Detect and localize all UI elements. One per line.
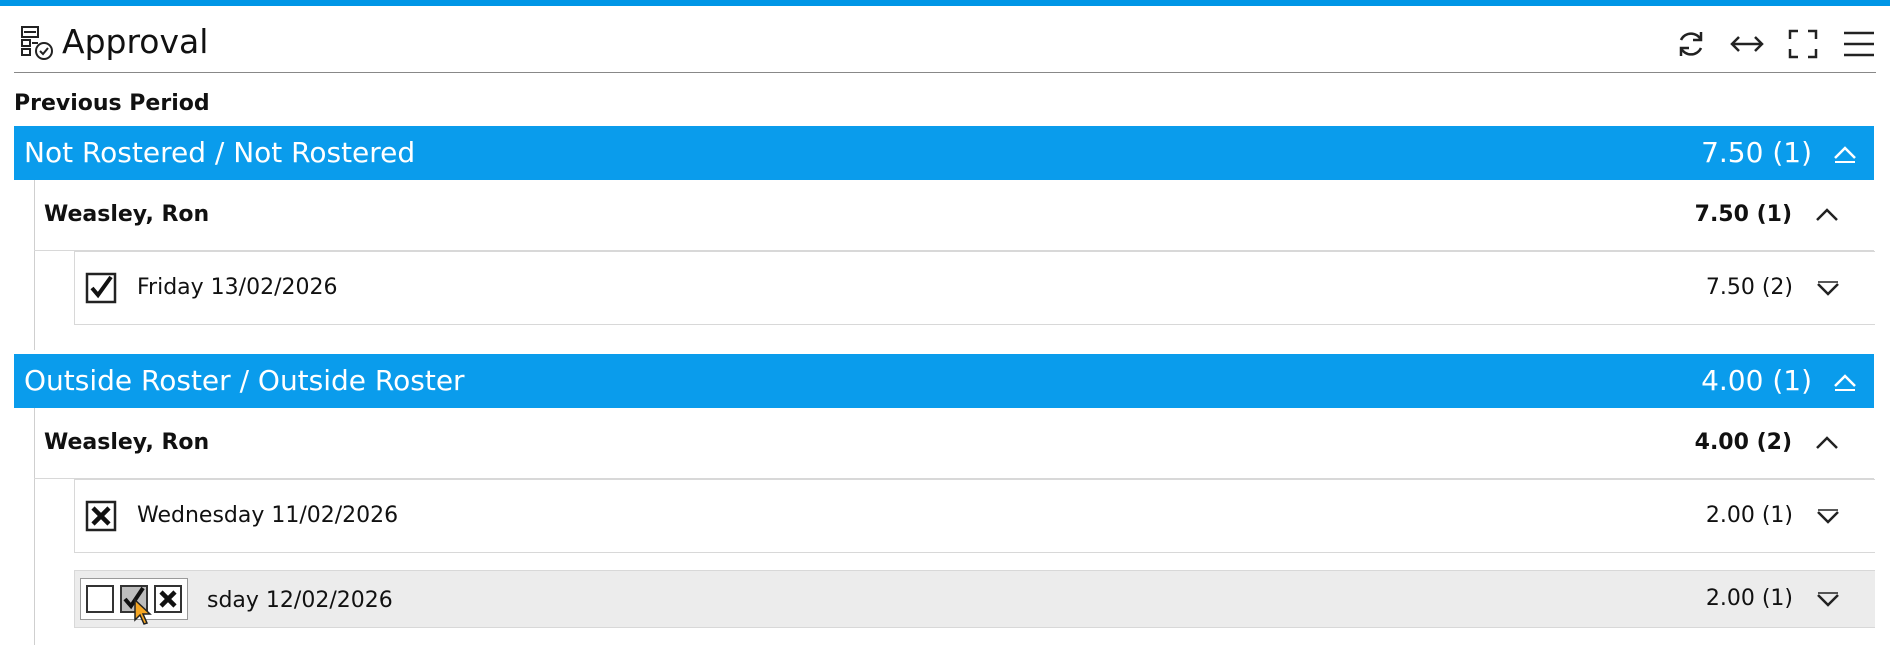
day-row[interactable]: Wednesday 11/02/2026 2.00 (1) xyxy=(74,479,1875,553)
expand-horizontal-icon xyxy=(1730,36,1764,52)
chevron-down-icon[interactable] xyxy=(1815,591,1841,609)
day-label: Wednesday 11/02/2026 xyxy=(137,503,399,528)
fullscreen-button[interactable] xyxy=(1784,25,1822,63)
group-header-outside-roster[interactable]: Outside Roster / Outside Roster 4.00 (1) xyxy=(14,354,1874,408)
refresh-icon xyxy=(1679,32,1703,56)
reject-option-icon[interactable] xyxy=(153,584,183,614)
person-total: 7.50 (1) xyxy=(1694,202,1792,227)
expand-horizontal-button[interactable] xyxy=(1728,25,1766,63)
unset-checkbox-icon[interactable] xyxy=(85,584,115,614)
person-row[interactable]: Weasley, Ron 7.50 (1) xyxy=(34,180,1874,251)
fullscreen-icon xyxy=(1788,29,1818,59)
header-divider xyxy=(14,72,1876,73)
person-name: Weasley, Ron xyxy=(44,430,210,455)
chevron-up-icon[interactable] xyxy=(1832,141,1858,165)
menu-icon xyxy=(1844,31,1874,57)
day-total: 7.50 (2) xyxy=(1705,275,1793,300)
header-toolbar xyxy=(1672,24,1878,64)
group-total: 4.00 (1) xyxy=(1701,364,1812,397)
refresh-button[interactable] xyxy=(1672,25,1710,63)
period-heading: Previous Period xyxy=(14,91,210,116)
panel-title: Approval xyxy=(62,22,209,61)
panel-header: Approval xyxy=(0,6,1890,72)
day-label: Friday 13/02/2026 xyxy=(137,275,338,300)
group-total: 7.50 (1) xyxy=(1701,136,1812,169)
day-row-hovered[interactable]: sday 12/02/2026 2.00 (1) xyxy=(74,570,1875,628)
chevron-down-icon[interactable] xyxy=(1815,280,1841,298)
day-row[interactable]: Friday 13/02/2026 7.50 (2) xyxy=(74,251,1875,325)
chevron-down-icon[interactable] xyxy=(1815,508,1841,526)
day-total: 2.00 (1) xyxy=(1705,586,1793,611)
day-total: 2.00 (1) xyxy=(1705,503,1793,528)
approved-checkbox-icon[interactable] xyxy=(85,272,117,304)
person-total: 4.00 (2) xyxy=(1694,430,1792,455)
group-label: Not Rostered / Not Rostered xyxy=(24,136,416,169)
day-label: sday 12/02/2026 xyxy=(207,588,393,613)
person-name: Weasley, Ron xyxy=(44,202,210,227)
rejected-checkbox-icon[interactable] xyxy=(85,500,117,532)
menu-button[interactable] xyxy=(1840,25,1878,63)
mouse-cursor-icon xyxy=(134,598,152,625)
approval-icon xyxy=(21,26,53,60)
chevron-up-icon[interactable] xyxy=(1814,433,1840,453)
group-label: Outside Roster / Outside Roster xyxy=(24,364,465,397)
chevron-up-icon[interactable] xyxy=(1832,369,1858,393)
group-header-not-rostered[interactable]: Not Rostered / Not Rostered 7.50 (1) xyxy=(14,126,1874,180)
person-row[interactable]: Weasley, Ron 4.00 (2) xyxy=(34,408,1874,479)
chevron-up-icon[interactable] xyxy=(1814,205,1840,225)
